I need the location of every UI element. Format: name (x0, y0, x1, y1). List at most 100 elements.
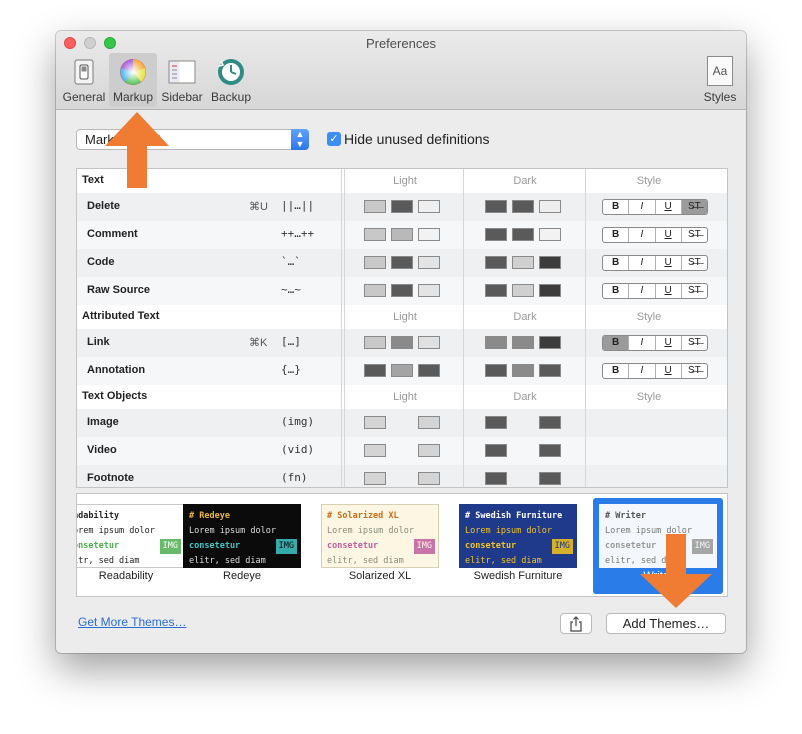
underline-button[interactable]: U (656, 256, 682, 270)
color-swatch[interactable] (539, 256, 561, 269)
style-buttons[interactable]: B I U S̶T̶ (602, 227, 708, 243)
color-swatch[interactable] (418, 416, 440, 429)
strike-button[interactable]: S̶T̶ (682, 364, 707, 378)
color-swatch[interactable] (391, 336, 413, 349)
color-swatch[interactable] (485, 444, 507, 457)
color-swatch[interactable] (364, 472, 386, 485)
theme-preview[interactable]: # Redeye Lorem ipsum dolor consetetur elitr… (183, 504, 301, 568)
color-swatch[interactable] (485, 284, 507, 297)
style-buttons[interactable]: B I U S̶T̶ (602, 335, 708, 351)
strike-button[interactable]: S̶T̶ (682, 336, 707, 350)
theme-preview[interactable]: adability orem ipsum dolor onsetetur itr, s… (77, 504, 185, 568)
bold-button[interactable]: B (603, 364, 630, 378)
bold-button[interactable]: B (603, 284, 630, 298)
color-swatch[interactable] (485, 228, 507, 241)
color-swatch[interactable] (539, 228, 561, 241)
color-swatch[interactable] (364, 200, 386, 213)
color-swatch[interactable] (364, 256, 386, 269)
theme-preview[interactable]: # Swedish Furniture Lorem ipsum dolor cons… (459, 504, 577, 568)
color-swatch[interactable] (364, 284, 386, 297)
color-swatch[interactable] (391, 364, 413, 377)
table-row[interactable]: Code `…` B I U S̶T̶ (77, 249, 727, 277)
toolbar-sidebar[interactable]: Sidebar (159, 53, 205, 107)
color-swatch[interactable] (391, 228, 413, 241)
table-row[interactable]: Delete ⌘U ||…|| B I U S̶T̶ (77, 193, 727, 221)
toolbar-general[interactable]: General (62, 53, 106, 107)
bold-button[interactable]: B (603, 256, 630, 270)
toolbar-markup[interactable]: Markup (109, 53, 157, 107)
color-swatch[interactable] (485, 256, 507, 269)
color-swatch[interactable] (512, 200, 534, 213)
themes-strip[interactable]: adability orem ipsum dolor onsetetur itr, s… (76, 493, 728, 597)
color-swatch[interactable] (539, 416, 561, 429)
color-swatch[interactable] (539, 444, 561, 457)
color-swatch[interactable] (418, 472, 440, 485)
color-swatch[interactable] (539, 284, 561, 297)
style-buttons[interactable]: B I U S̶T̶ (602, 199, 708, 215)
style-buttons[interactable]: B I U S̶T̶ (602, 283, 708, 299)
color-swatch[interactable] (539, 200, 561, 213)
color-swatch[interactable] (391, 284, 413, 297)
italic-button[interactable]: I (629, 200, 656, 214)
color-swatch[interactable] (391, 256, 413, 269)
table-row[interactable]: Link ⌘K […] B I U S̶T̶ (77, 329, 727, 357)
strike-button[interactable]: S̶T̶ (681, 200, 707, 214)
table-row[interactable]: Image (img) (77, 409, 727, 437)
color-swatch[interactable] (539, 364, 561, 377)
color-swatch[interactable] (364, 336, 386, 349)
italic-button[interactable]: I (629, 284, 656, 298)
table-row[interactable]: Footnote (fn) (77, 465, 727, 487)
underline-button[interactable]: U (656, 284, 682, 298)
color-swatch[interactable] (418, 200, 440, 213)
color-swatch[interactable] (418, 284, 440, 297)
underline-button[interactable]: U (656, 200, 682, 214)
color-swatch[interactable] (364, 364, 386, 377)
color-swatch[interactable] (418, 228, 440, 241)
toolbar-styles[interactable]: Aa Styles (698, 53, 742, 107)
bold-button[interactable]: B (603, 228, 630, 242)
toolbar-backup[interactable]: Backup (207, 53, 255, 107)
color-swatch[interactable] (512, 336, 534, 349)
color-swatch[interactable] (391, 200, 413, 213)
style-buttons[interactable]: B I U S̶T̶ (602, 255, 708, 271)
definitions-table[interactable]: MarkedTextLightDarkStyleDelete⌘U||…||BIU… (76, 168, 728, 488)
italic-button[interactable]: I (629, 256, 656, 270)
underline-button[interactable]: U (656, 336, 682, 350)
strike-button[interactable]: S̶T̶ (682, 256, 707, 270)
bold-button[interactable]: B (603, 200, 630, 214)
underline-button[interactable]: U (656, 364, 682, 378)
color-swatch[interactable] (512, 256, 534, 269)
color-swatch[interactable] (485, 364, 507, 377)
italic-button[interactable]: I (629, 336, 656, 350)
table-row[interactable]: Comment ++…++ B I U S̶T̶ (77, 221, 727, 249)
color-swatch[interactable] (512, 228, 534, 241)
color-swatch[interactable] (485, 200, 507, 213)
color-swatch[interactable] (364, 416, 386, 429)
hide-unused-checkbox[interactable]: ✓ (327, 132, 341, 146)
color-swatch[interactable] (418, 256, 440, 269)
italic-button[interactable]: I (629, 228, 656, 242)
color-swatch[interactable] (485, 336, 507, 349)
get-more-themes-link[interactable]: Get More Themes… (78, 615, 186, 629)
table-row[interactable]: Video (vid) (77, 437, 727, 465)
color-swatch[interactable] (418, 336, 440, 349)
color-swatch[interactable] (418, 444, 440, 457)
add-themes-button[interactable]: Add Themes… (606, 613, 726, 634)
color-swatch[interactable] (539, 336, 561, 349)
theme-preview[interactable]: # Solarized XL Lorem ipsum dolor consetetu… (321, 504, 439, 568)
color-swatch[interactable] (364, 444, 386, 457)
color-swatch[interactable] (539, 472, 561, 485)
color-swatch[interactable] (512, 364, 534, 377)
underline-button[interactable]: U (656, 228, 682, 242)
table-row[interactable]: Annotation {…} B I U S̶T̶ (77, 357, 727, 385)
color-swatch[interactable] (485, 416, 507, 429)
color-swatch[interactable] (512, 284, 534, 297)
strike-button[interactable]: S̶T̶ (682, 228, 707, 242)
bold-button[interactable]: B (603, 336, 630, 350)
color-swatch[interactable] (418, 364, 440, 377)
strike-button[interactable]: S̶T̶ (682, 284, 707, 298)
style-buttons[interactable]: B I U S̶T̶ (602, 363, 708, 379)
share-button[interactable] (560, 613, 592, 634)
table-row[interactable]: Raw Source ~…~ B I U S̶T̶ (77, 277, 727, 305)
color-swatch[interactable] (364, 228, 386, 241)
